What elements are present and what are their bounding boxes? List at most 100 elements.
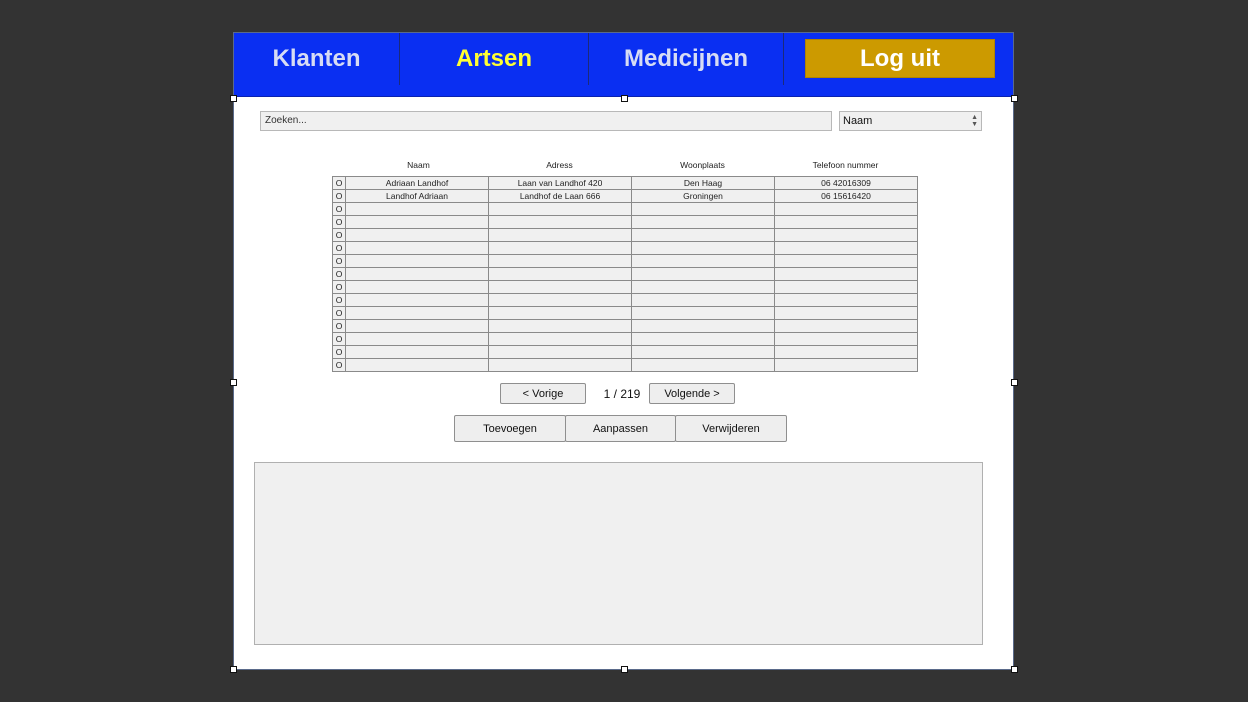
row-select-radio[interactable]: O	[332, 345, 346, 359]
row-select-radio[interactable]: O	[332, 228, 346, 242]
table-row[interactable]: O	[332, 254, 918, 268]
woonplaats-cell	[631, 345, 775, 359]
resize-handle[interactable]	[621, 95, 628, 102]
row-select-radio[interactable]: O	[332, 267, 346, 281]
naam-cell	[345, 280, 489, 294]
table-row[interactable]: O	[332, 345, 918, 359]
tab-medicijnen[interactable]: Medicijnen	[589, 33, 783, 85]
adress-cell	[488, 215, 632, 229]
naam-cell	[345, 267, 489, 281]
table-row[interactable]: O	[332, 319, 918, 333]
woonplaats-cell	[631, 280, 775, 294]
table-row[interactable]: O	[332, 267, 918, 281]
naam-cell	[345, 254, 489, 268]
row-select-radio[interactable]: O	[332, 332, 346, 346]
telefoon-cell	[774, 202, 918, 216]
table-row[interactable]: O	[332, 215, 918, 229]
telefoon-cell	[774, 267, 918, 281]
row-select-radio[interactable]: O	[332, 176, 346, 190]
naam-cell: Landhof Adriaan	[345, 189, 489, 203]
resize-handle[interactable]	[1011, 379, 1018, 386]
resize-handle[interactable]	[230, 666, 237, 673]
naam-cell	[345, 215, 489, 229]
nav-bar: Klanten Artsen Medicijnen Log uit	[234, 33, 1013, 97]
table-row[interactable]: O	[332, 228, 918, 242]
adress-cell	[488, 254, 632, 268]
telefoon-cell	[774, 319, 918, 333]
telefoon-cell	[774, 254, 918, 268]
edit-button[interactable]: Aanpassen	[565, 415, 676, 442]
column-header-woonplaats: Woonplaats	[680, 160, 725, 170]
column-header-adress: Adress	[546, 160, 573, 170]
resize-handle[interactable]	[230, 379, 237, 386]
table-row[interactable]: O Adriaan Landhof Laan van Landhof 420 Den …	[332, 176, 918, 190]
delete-button[interactable]: Verwijderen	[675, 415, 787, 442]
naam-cell	[345, 202, 489, 216]
row-select-radio[interactable]: O	[332, 358, 346, 372]
woonplaats-cell	[631, 215, 775, 229]
telefoon-cell	[774, 306, 918, 320]
woonplaats-cell	[631, 306, 775, 320]
telefoon-cell	[774, 241, 918, 255]
search-input[interactable]: Zoeken...	[260, 111, 832, 131]
table-row[interactable]: O	[332, 293, 918, 307]
resize-handle[interactable]	[621, 666, 628, 673]
table-row[interactable]: O	[332, 241, 918, 255]
resize-handle[interactable]	[1011, 666, 1018, 673]
resize-handle[interactable]	[230, 95, 237, 102]
table-row[interactable]: O Landhof Adriaan Landhof de Laan 666 Groni…	[332, 189, 918, 203]
table-row[interactable]: O	[332, 332, 918, 346]
table-row[interactable]: O	[332, 358, 918, 372]
row-select-radio[interactable]: O	[332, 293, 346, 307]
woonplaats-cell	[631, 267, 775, 281]
woonplaats-cell	[631, 228, 775, 242]
add-button[interactable]: Toevoegen	[454, 415, 566, 442]
woonplaats-cell	[631, 358, 775, 372]
adress-cell	[488, 293, 632, 307]
naam-cell	[345, 306, 489, 320]
row-select-radio[interactable]: O	[332, 241, 346, 255]
adress-cell	[488, 267, 632, 281]
telefoon-cell	[774, 293, 918, 307]
row-select-radio[interactable]: O	[332, 202, 346, 216]
row-select-radio[interactable]: O	[332, 319, 346, 333]
adress-cell	[488, 345, 632, 359]
naam-cell	[345, 228, 489, 242]
table-row[interactable]: O	[332, 306, 918, 320]
adress-cell	[488, 332, 632, 346]
naam-cell	[345, 345, 489, 359]
woonplaats-cell	[631, 332, 775, 346]
select-arrows-icon: ▲ ▼	[971, 114, 978, 128]
tab-klanten[interactable]: Klanten	[234, 33, 399, 85]
row-select-radio[interactable]: O	[332, 215, 346, 229]
table-row[interactable]: O	[332, 280, 918, 294]
row-select-radio[interactable]: O	[332, 280, 346, 294]
tab-artsen[interactable]: Artsen	[400, 33, 588, 85]
telefoon-cell	[774, 215, 918, 229]
telefoon-cell	[774, 358, 918, 372]
page-indicator: 1 / 219	[603, 387, 641, 401]
artsen-window: Klanten Artsen Medicijnen Log uit Zoeken…	[233, 32, 1014, 670]
telefoon-cell	[774, 345, 918, 359]
table-row[interactable]: O	[332, 202, 918, 216]
woonplaats-cell	[631, 293, 775, 307]
naam-cell	[345, 358, 489, 372]
telefoon-cell: 06 15616420	[774, 189, 918, 203]
row-select-radio[interactable]: O	[332, 189, 346, 203]
naam-cell: Adriaan Landhof	[345, 176, 489, 190]
naam-cell	[345, 332, 489, 346]
next-page-button[interactable]: Volgende >	[649, 383, 735, 404]
woonplaats-cell: Groningen	[631, 189, 775, 203]
details-panel	[254, 462, 983, 645]
prev-page-button[interactable]: < Vorige	[500, 383, 586, 404]
column-header-naam: Naam	[407, 160, 430, 170]
search-field-select[interactable]: Naam ▲ ▼	[839, 111, 982, 131]
logout-button[interactable]: Log uit	[805, 39, 995, 78]
adress-cell	[488, 241, 632, 255]
naam-cell	[345, 293, 489, 307]
row-select-radio[interactable]: O	[332, 254, 346, 268]
naam-cell	[345, 241, 489, 255]
woonplaats-cell: Den Haag	[631, 176, 775, 190]
resize-handle[interactable]	[1011, 95, 1018, 102]
row-select-radio[interactable]: O	[332, 306, 346, 320]
